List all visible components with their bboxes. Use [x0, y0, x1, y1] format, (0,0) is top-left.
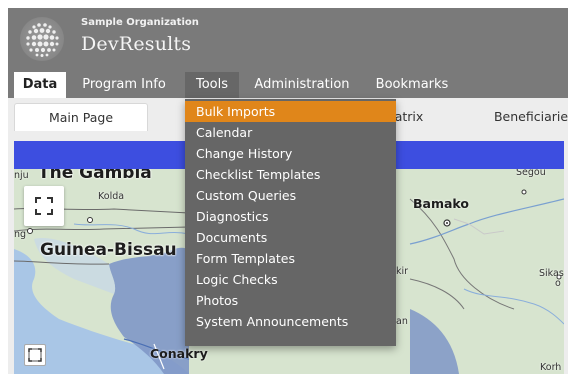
- main-nav: Data Program Info Tools Administration B…: [8, 70, 568, 98]
- fullscreen-icon: [35, 197, 53, 215]
- menu-item-logic-checks[interactable]: Logic Checks: [185, 269, 396, 290]
- menu-item-photos[interactable]: Photos: [185, 290, 396, 311]
- menu-item-form-templates[interactable]: Form Templates: [185, 248, 396, 269]
- tab-data[interactable]: Data: [14, 72, 66, 98]
- map-label-nju: nju: [14, 170, 29, 181]
- map-label-korh: Korh: [540, 362, 562, 373]
- map-label-guinea-bissau: Guinea-Bissau: [40, 240, 177, 260]
- map-label-kir: kir: [396, 266, 409, 277]
- organization-name: Sample Organization: [81, 17, 199, 28]
- map-label-the-gambia: The Gambia: [38, 169, 152, 183]
- fullscreen-button[interactable]: [24, 186, 64, 226]
- menu-item-custom-queries[interactable]: Custom Queries: [185, 185, 396, 206]
- menu-item-bulk-imports[interactable]: Bulk Imports: [185, 101, 396, 122]
- tab-bookmarks[interactable]: Bookmarks: [370, 72, 454, 98]
- map-label-an: an: [396, 316, 408, 327]
- map-label-kolda: Kolda: [98, 191, 125, 202]
- tab-administration[interactable]: Administration: [248, 72, 356, 98]
- map-label-bamako: Bamako: [413, 196, 469, 211]
- org-logo[interactable]: [20, 17, 64, 61]
- tab-program-info[interactable]: Program Info: [76, 72, 172, 98]
- menu-item-change-history[interactable]: Change History: [185, 143, 396, 164]
- map-label-segou: Segou: [516, 169, 546, 178]
- extent-icon: [28, 348, 42, 362]
- subtab-main-page[interactable]: Main Page: [14, 103, 148, 131]
- app-header: Sample Organization DevResults: [8, 8, 568, 70]
- map-label-sikas-o: o: [555, 278, 561, 289]
- map-label-conakry: Conakry: [150, 346, 208, 361]
- menu-item-calendar[interactable]: Calendar: [185, 122, 396, 143]
- subtab-beneficiaries[interactable]: Beneficiarie: [486, 103, 568, 131]
- extent-button[interactable]: [24, 344, 46, 366]
- app-name[interactable]: DevResults: [81, 33, 191, 55]
- tools-dropdown-menu: Bulk Imports Calendar Change History Che…: [185, 99, 396, 346]
- menu-item-documents[interactable]: Documents: [185, 227, 396, 248]
- tab-tools[interactable]: Tools: [185, 72, 239, 98]
- menu-item-checklist-templates[interactable]: Checklist Templates: [185, 164, 396, 185]
- menu-item-system-announcements[interactable]: System Announcements: [185, 311, 396, 332]
- map-label-ng: ng: [14, 229, 27, 240]
- menu-item-diagnostics[interactable]: Diagnostics: [185, 206, 396, 227]
- app-root: Sample Organization DevResults Data Prog…: [0, 0, 568, 374]
